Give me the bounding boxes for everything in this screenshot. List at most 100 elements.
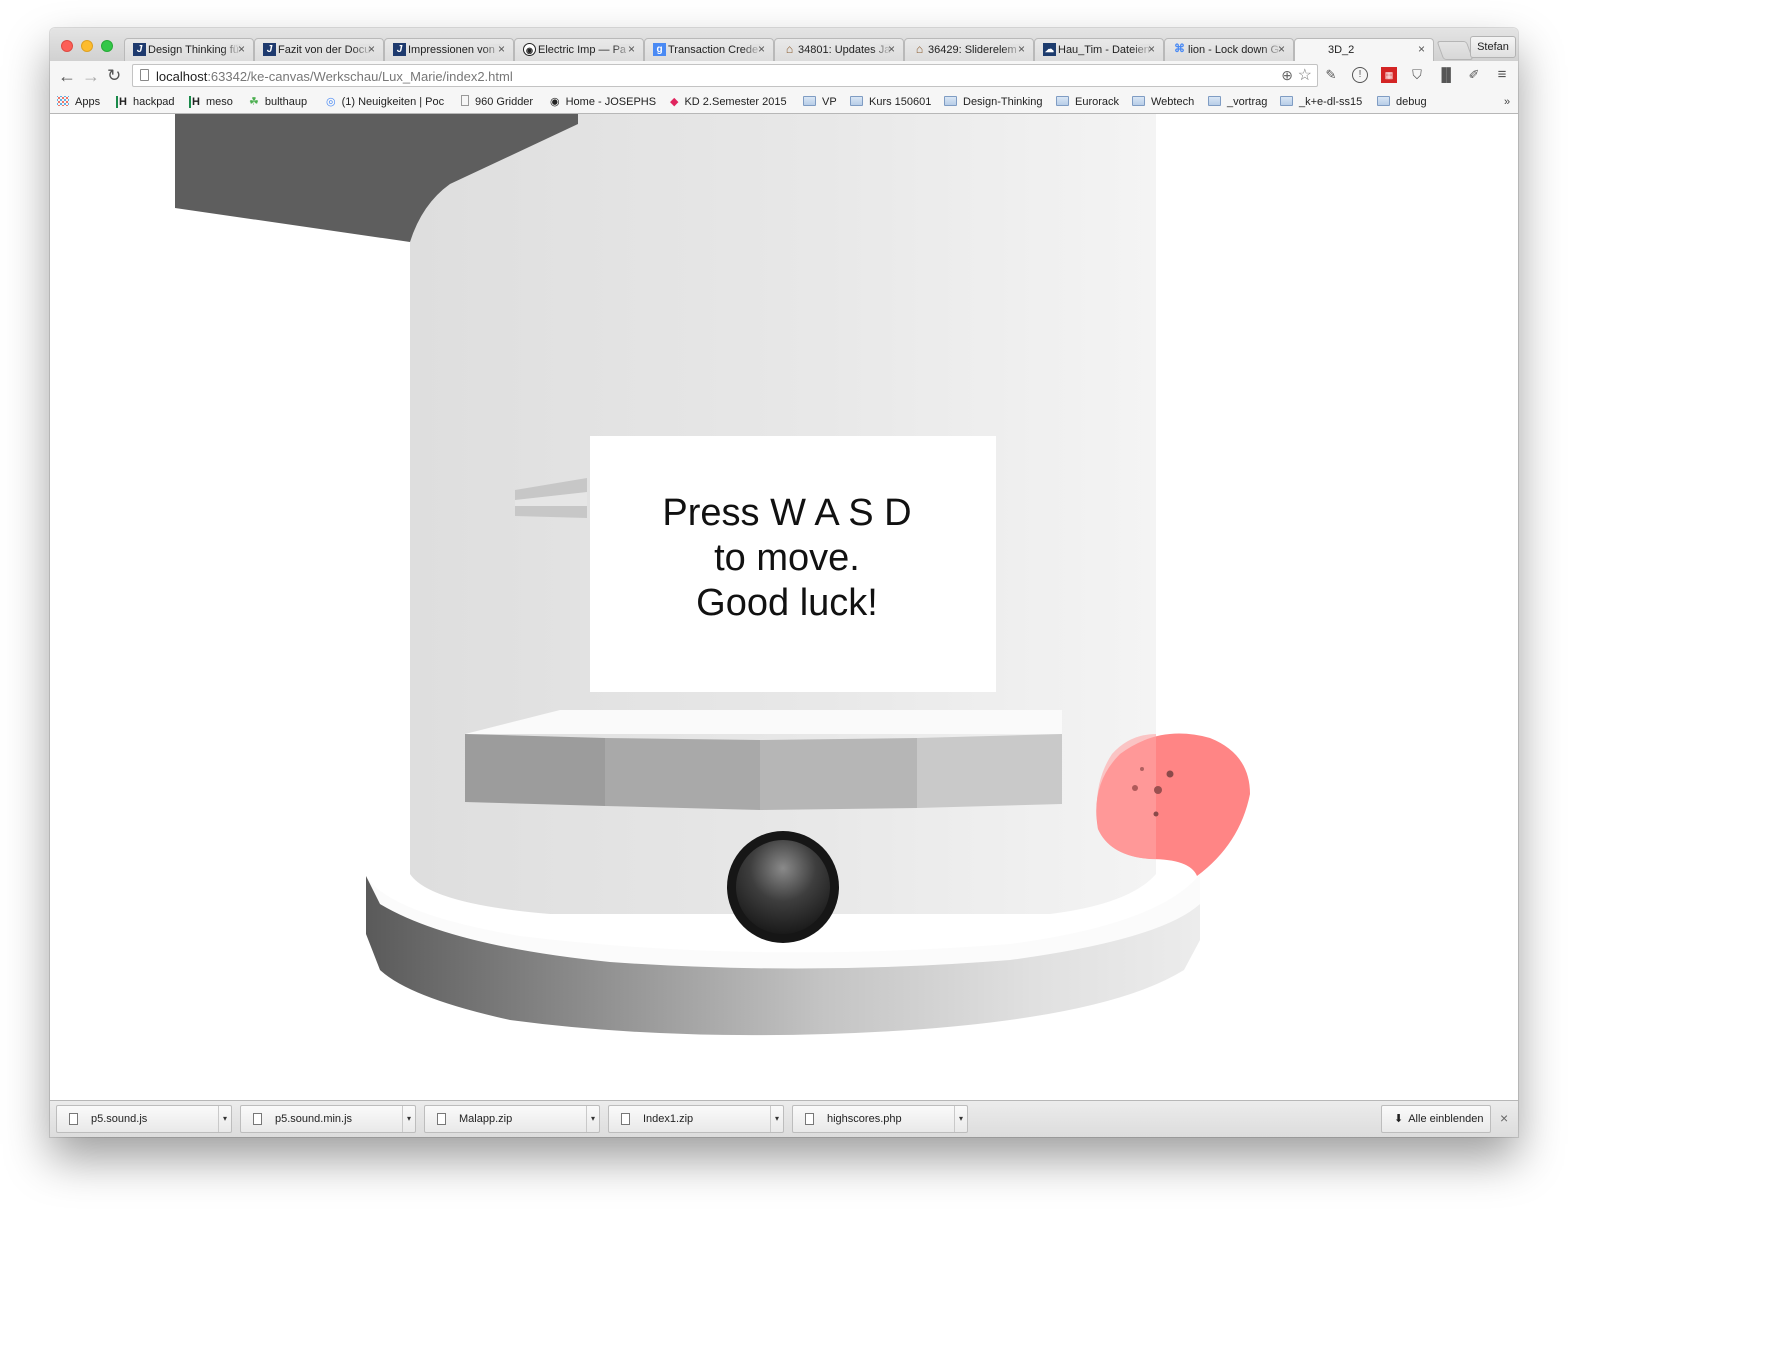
bookmark-folder-eurorack[interactable]: Eurorack [1056,94,1119,110]
tab-close-icon[interactable]: × [1018,42,1025,56]
tab-close-icon[interactable]: × [1278,42,1285,56]
google-icon: g [653,43,666,56]
tab-fazit[interactable]: J Fazit von der Docu × [254,38,384,61]
bookmark-neuigkeiten[interactable]: ◎ (1) Neuigkeiten | Poc [326,94,444,110]
bookmark-kd-semester[interactable]: ◆ KD 2.Semester 2015 [670,94,787,110]
tab-sliderelem[interactable]: ⌂ 36429: Sliderelem × [904,38,1034,61]
bookmark-folder-webtech[interactable]: Webtech [1132,94,1194,110]
house-icon: ⌂ [915,42,924,56]
hackpad-icon: H [116,96,127,108]
enemy-spot [1132,785,1138,791]
bookmark-folder-debug[interactable]: debug [1377,94,1427,110]
tab-impressionen[interactable]: J Impressionen von × [384,38,514,61]
tab-close-icon[interactable]: × [758,42,765,56]
bookmarks-bar: Apps Hhackpad Hmeso ☘ bulthaup ◎ (1) Neuig… [50,91,1518,114]
tab-transaction[interactable]: g Transaction Crede × [644,38,774,61]
jimdo-icon: J [263,43,276,56]
pocket-icon[interactable]: ⛉ [1409,67,1425,83]
bookmark-folder-design-thinking[interactable]: Design-Thinking [944,94,1042,110]
download-menu-arrow-icon[interactable]: ▾ [586,1106,599,1132]
command-icon: ⌘ [1174,43,1185,55]
download-arrow-icon: ⬇ [1394,1113,1404,1125]
tab-close-icon[interactable]: × [238,42,245,56]
game-canvas[interactable]: Press W A S D to move. Good luck! [50,114,1518,1100]
download-menu-arrow-icon[interactable]: ▾ [770,1106,783,1132]
bookmark-hackpad[interactable]: Hhackpad [116,94,175,110]
evernote-icon[interactable]: ✎ [1323,67,1339,83]
download-shelf: p5.sound.js ▾ p5.sound.min.js ▾ Malapp.z… [50,1100,1518,1137]
zip-file-icon [437,1113,446,1125]
bookmark-bulthaup[interactable]: ☘ bulthaup [249,94,307,110]
tab-close-icon[interactable]: × [1418,42,1425,56]
address-bar[interactable]: localhost:63342/ke-canvas/Werkschau/Lux_… [132,64,1318,87]
new-tab-button[interactable] [1436,41,1474,60]
tab-close-icon[interactable]: × [368,42,375,56]
download-item[interactable]: Index1.zip ▾ [608,1105,784,1133]
bookmark-josephs[interactable]: ◉ Home - JOSEPHS [550,94,656,110]
bookmark-folder-kurs[interactable]: Kurs 150601 [850,94,931,110]
download-menu-arrow-icon[interactable]: ▾ [954,1106,967,1132]
enemy-spot [1166,770,1174,778]
pink-bookmark-icon: ◆ [670,96,679,108]
jimdo-icon: J [133,43,146,56]
tab-electric-imp[interactable]: ◉ Electric Imp — Pa × [514,38,644,61]
bookmark-folder-vortrag[interactable]: _vortrag [1208,94,1267,110]
minimize-window-button[interactable] [81,40,93,52]
tab-close-icon[interactable]: × [628,42,635,56]
vinyl-icon: ◉ [550,96,560,108]
reload-icon[interactable]: ↻ [107,66,121,86]
folder-icon [1132,96,1145,106]
tab-strip: J Design Thinking fü × J Fazit von der D… [50,28,1518,62]
download-item[interactable]: p5.sound.min.js ▾ [240,1105,416,1133]
folder-icon [1280,96,1293,106]
tab-close-icon[interactable]: × [1148,42,1155,56]
tab-title: Electric Imp — Pa [538,44,632,56]
zoom-icon[interactable]: ⊕ [1281,67,1293,84]
toolbar: ← → ↻ localhost:63342/ke-canvas/Werkscha… [50,61,1518,91]
menu-icon[interactable]: ≡ [1494,67,1510,83]
tab-design-thinking[interactable]: J Design Thinking fü × [124,38,254,61]
pin-icon: ◎ [326,96,336,108]
show-all-downloads-button[interactable]: ⬇ Alle einblenden [1381,1105,1491,1133]
close-shelf-icon[interactable]: × [1500,1110,1508,1126]
download-item[interactable]: highscores.php ▾ [792,1105,968,1133]
bookmark-960-gridder[interactable]: 960 Gridder [461,94,533,110]
bookmark-label: Kurs 150601 [869,96,932,108]
back-arrow-icon[interactable]: ← [58,66,76,86]
red-extension-icon[interactable]: ▦ [1381,67,1397,83]
bookmarks-overflow-chevron-icon[interactable]: » [1504,94,1510,110]
bookmark-label: _vortrag [1227,96,1268,108]
tab-updates[interactable]: ⌂ 34801: Updates Ja × [774,38,904,61]
tab-close-icon[interactable]: × [498,42,505,56]
bookmark-meso[interactable]: Hmeso [189,94,233,110]
forward-arrow-icon[interactable]: → [82,66,100,86]
browser-window: J Design Thinking fü × J Fazit von der D… [50,28,1518,1137]
info-extension-icon[interactable]: ! [1352,67,1368,83]
tab-3d-2[interactable]: 3D_2 × [1294,38,1434,62]
download-filename: p5.sound.js [91,1113,148,1125]
bookmark-apps[interactable]: Apps [57,94,100,110]
player-ball [736,840,830,934]
bookmark-folder-vp[interactable]: VP [803,94,837,110]
download-item[interactable]: p5.sound.js ▾ [56,1105,232,1133]
url-text[interactable]: localhost:63342/ke-canvas/Werkschau/Lux_… [156,69,513,84]
reader-icon[interactable]: ▐▌ [1437,67,1455,83]
eyedropper-icon[interactable]: ✐ [1466,67,1482,83]
download-menu-arrow-icon[interactable]: ▾ [218,1106,231,1132]
octocat-icon: ◉ [523,43,536,56]
show-all-label: Alle einblenden [1408,1113,1484,1125]
close-window-button[interactable] [61,40,73,52]
profile-button[interactable]: Stefan [1470,36,1516,58]
tab-close-icon[interactable]: × [888,42,895,56]
bookmark-folder-k-e-dl[interactable]: _k+e-dl-ss15 [1280,94,1362,110]
download-filename: Index1.zip [643,1113,694,1125]
tab-lion[interactable]: ⌘ lion - Lock down G × [1164,38,1294,61]
download-menu-arrow-icon[interactable]: ▾ [402,1106,415,1132]
zoom-window-button[interactable] [101,40,113,52]
tab-title: 36429: Sliderelem [928,44,1022,56]
bookmark-star-icon[interactable]: ☆ [1298,65,1312,85]
download-item[interactable]: Malapp.zip ▾ [424,1105,600,1133]
house-icon: ⌂ [785,42,794,56]
folder-icon [850,96,863,106]
tab-hau-tim[interactable]: ☁ Hau_Tim - Dateien × [1034,38,1164,61]
